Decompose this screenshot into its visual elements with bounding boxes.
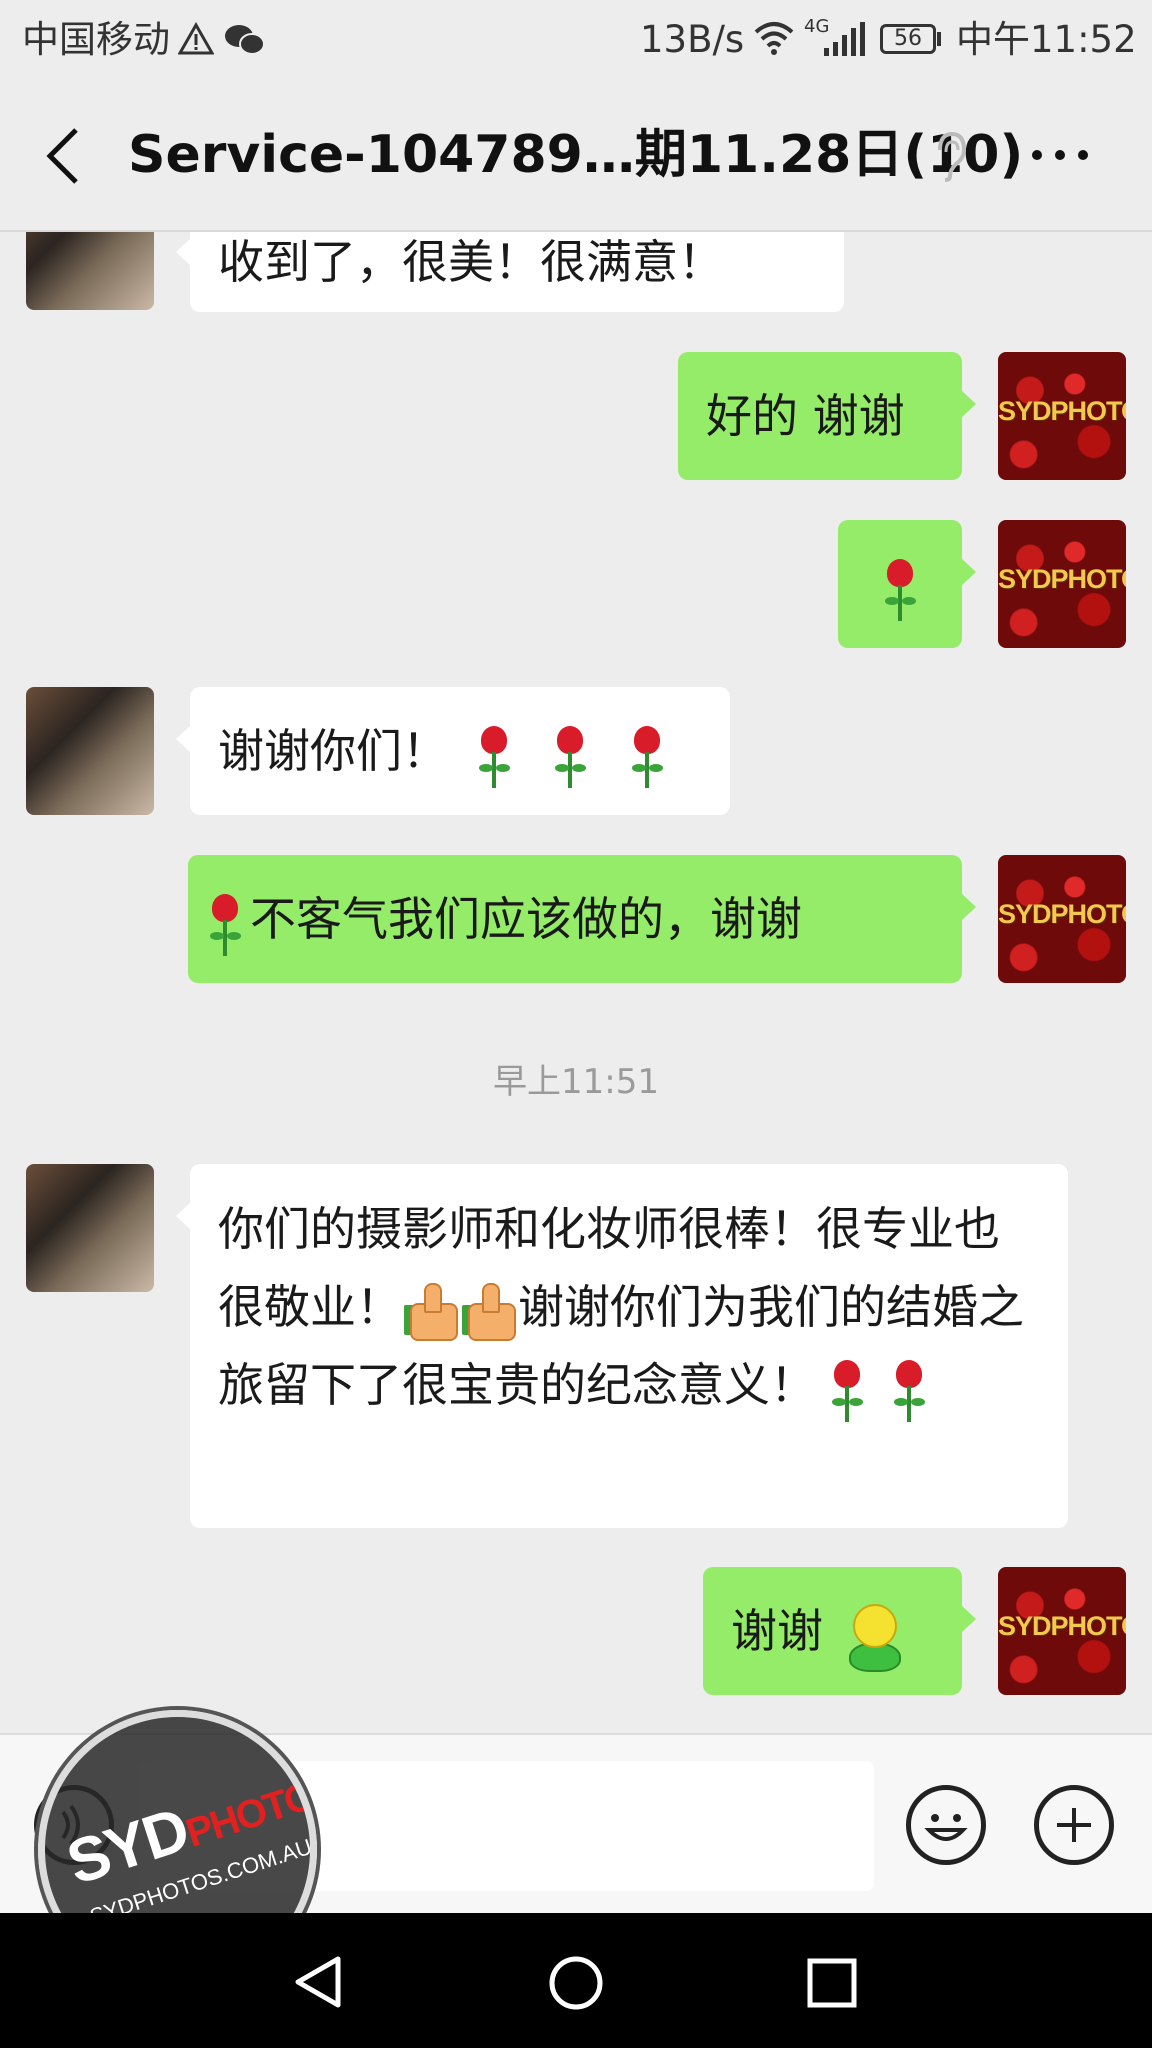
message-text: 谢谢 [731, 1604, 823, 1658]
my-avatar[interactable]: SYDPHOTOS [998, 1567, 1126, 1695]
message-text: 收到了，很美！很满意！ [218, 235, 724, 289]
avatar-logo-text: SYDPHOTOS [998, 1611, 1126, 1641]
avatar-logo-text: SYDPHOTOS [998, 396, 1126, 426]
contact-avatar[interactable] [26, 687, 154, 815]
message-bubble-outgoing[interactable] [838, 520, 976, 648]
thumbs-up-emoji-icon [462, 1281, 516, 1341]
smiley-emoji-icon [843, 1600, 903, 1672]
battery-level: 56 [894, 26, 922, 51]
avatar-logo-text: SYDPHOTOS [998, 564, 1126, 594]
ear-icon[interactable] [930, 130, 970, 182]
message-bubble-outgoing[interactable]: 不客气我们应该做的，谢谢 [188, 855, 976, 983]
my-avatar[interactable]: SYDPHOTOS [998, 855, 1126, 983]
rose-emoji-icon [881, 553, 919, 623]
network-speed: 13B/s [640, 18, 745, 61]
avatar-logo-text: SYDPHOTOS [998, 899, 1126, 929]
message-timestamp: 早上11:51 [493, 1062, 659, 1102]
status-bar: 中国移动 13B/s 4G 56 中午11:52 [0, 0, 1152, 82]
rose-emoji-icon [206, 888, 244, 958]
message-bubble-outgoing[interactable]: 好的 谢谢 [678, 352, 976, 480]
message-bubble-incoming[interactable]: 谢谢你们！ [176, 687, 730, 815]
emoji-icon[interactable] [906, 1785, 986, 1865]
rose-emoji-icon [628, 720, 666, 790]
contact-avatar[interactable] [26, 1164, 154, 1292]
thumbs-up-emoji-icon [404, 1281, 458, 1341]
message-text: 好的 谢谢 [706, 389, 905, 443]
home-nav-icon[interactable] [548, 1955, 604, 2011]
wechat-icon [225, 25, 265, 55]
my-avatar[interactable]: SYDPHOTOS [998, 352, 1126, 480]
my-avatar[interactable]: SYDPHOTOS [998, 520, 1126, 648]
message-bubble-incoming[interactable]: 收到了，很美！很满意！ [176, 232, 844, 312]
contact-avatar[interactable] [26, 232, 154, 310]
recents-nav-icon[interactable] [806, 1957, 858, 2009]
message-bubble-incoming[interactable]: 你们的摄影师和化妆师很棒！很专业也很敬业！ 谢谢你们为我们的结婚之旅留下了很宝贵的… [176, 1164, 1068, 1528]
rose-emoji-icon [551, 720, 589, 790]
more-icon[interactable] [1030, 148, 1090, 162]
plus-icon[interactable] [1034, 1785, 1114, 1865]
message-bubble-outgoing[interactable]: 谢谢 [703, 1567, 976, 1695]
back-icon[interactable] [40, 124, 90, 188]
clock: 中午11:52 [956, 18, 1137, 61]
back-nav-icon[interactable] [292, 1955, 346, 2009]
battery-tip [937, 32, 941, 46]
system-nav-bar [0, 1913, 1152, 2048]
chat-title[interactable]: Service-104789…期11.28日(10) [128, 122, 1023, 188]
rose-emoji-icon [890, 1354, 928, 1424]
wifi-icon [754, 22, 794, 55]
signal-icon [824, 22, 865, 56]
carrier-name: 中国移动 [22, 18, 170, 61]
rose-emoji-icon [828, 1354, 866, 1424]
message-text: 谢谢你们！ [218, 724, 448, 778]
message-list[interactable]: 收到了，很美！很满意！ 好的 谢谢 SYDPHOTOS SYDPHOTOS 谢谢… [0, 232, 1152, 1732]
chat-header: Service-104789…期11.28日(10) [0, 82, 1152, 232]
battery-icon: 56 [880, 24, 936, 54]
warning-icon [178, 22, 214, 55]
rose-emoji-icon [475, 720, 513, 790]
message-text: 不客气我们应该做的，谢谢 [250, 892, 802, 946]
